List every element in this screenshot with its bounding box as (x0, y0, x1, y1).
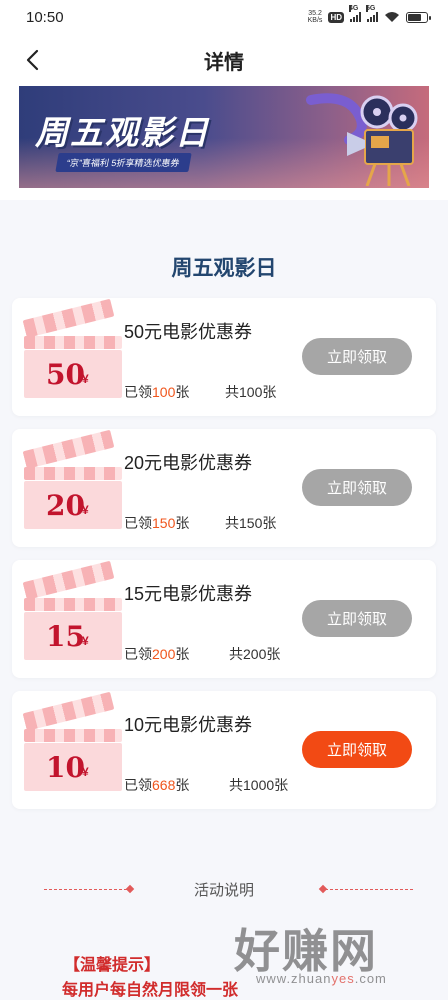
coupon-list: 50 ¥ 50元电影优惠券 已领100张 共100张 立即领取 20 ¥ 20元… (0, 298, 448, 809)
coupon-amount: 20 (46, 489, 85, 522)
claimed-number: 150 (152, 515, 176, 531)
watermark-url-post: .com (354, 971, 387, 986)
back-arrow-icon (26, 49, 39, 71)
coupon-card-10: 10 ¥ 10元电影优惠券 已领668张 共1000张 立即领取 (12, 691, 436, 809)
coupon-currency: ¥ (82, 503, 89, 517)
coupon-card-50: 50 ¥ 50元电影优惠券 已领100张 共100张 立即领取 (12, 298, 436, 416)
status-icons: 35.2 KB/s HD 4G 5G (308, 5, 431, 24)
claimed-number: 200 (152, 646, 176, 662)
coupon-total-count: 共100张 (225, 384, 277, 400)
coupon-total-count: 共150张 (225, 515, 277, 531)
claimed-prefix: 已领 (124, 777, 152, 793)
banner-title: 周五观影日 (35, 114, 210, 151)
claimed-prefix: 已领 (124, 384, 152, 400)
activity-rules-label: 活动说明 (193, 882, 254, 899)
film-projector-icon (306, 93, 418, 186)
coupon-amount: 50 (46, 358, 85, 391)
net1-label: 4G (349, 5, 359, 12)
claimed-suffix: 张 (175, 777, 190, 793)
speed-value: 35.2 (308, 10, 322, 17)
coupon-name: 15元电影优惠券 (124, 584, 253, 604)
signal-4g-icon: 4G (349, 5, 361, 22)
header-area: 详情 周五观影日 “京”喜福利 5折享精选优惠券 (0, 34, 448, 200)
coupon-currency: ¥ (82, 634, 89, 648)
tips-title: 【温馨提示】 (64, 957, 161, 974)
clapboard-icon: 50 ¥ (22, 298, 122, 398)
coupon-claimed-count: 已领668张 (124, 775, 189, 795)
claimed-suffix: 张 (175, 646, 190, 662)
clapboard-icon: 20 ¥ (22, 429, 122, 529)
claimed-prefix: 已领 (124, 515, 152, 531)
back-button[interactable] (18, 46, 46, 74)
claim-button[interactable]: 立即领取 (302, 600, 412, 637)
coupon-card-20: 20 ¥ 20元电影优惠券 已领150张 共150张 立即领取 (12, 429, 436, 547)
watermark-url: www.zhuanyes.com (256, 971, 387, 986)
claimed-prefix: 已领 (124, 646, 152, 662)
wifi-icon (385, 12, 399, 22)
coupon-card-15: 15 ¥ 15元电影优惠券 已领200张 共200张 立即领取 (12, 560, 436, 678)
claimed-suffix: 张 (175, 515, 190, 531)
site-watermark: 好赚网 www.zhuanyes.com (234, 915, 430, 993)
coupon-name: 50元电影优惠券 (124, 322, 253, 342)
coupon-currency: ¥ (82, 765, 89, 779)
claimed-suffix: 张 (175, 384, 190, 400)
nav-bar: 详情 (0, 34, 448, 86)
coupon-total-count: 共1000张 (229, 777, 289, 793)
claim-button[interactable]: 立即领取 (302, 731, 412, 768)
network-speed: 35.2 KB/s (308, 10, 323, 24)
claimed-number: 100 (152, 384, 176, 400)
watermark-url-pre: www.zhuan (256, 971, 332, 986)
hd-voice-icon: HD (328, 11, 344, 23)
banner-subtitle: “京”喜福利 5折享精选优惠券 (55, 153, 192, 172)
tips-line-1: 每用户每自然月限领一张 (62, 982, 239, 999)
coupon-claimed-count: 已领100张 (124, 382, 189, 402)
speed-unit: KB/s (307, 17, 323, 24)
coupon-currency: ¥ (82, 372, 89, 386)
coupon-amount: 15 (46, 620, 85, 653)
promo-banner[interactable]: 周五观影日 “京”喜福利 5折享精选优惠券 (19, 86, 429, 188)
claimed-number: 668 (152, 777, 176, 793)
clapboard-icon: 15 ¥ (22, 560, 122, 660)
page-title: 详情 (204, 51, 244, 74)
status-time: 10:50 (26, 8, 64, 26)
claim-button[interactable]: 立即领取 (302, 469, 412, 506)
coupon-claimed-count: 已领200张 (124, 644, 189, 664)
activity-divider: 活动说明 (0, 865, 448, 905)
coupon-total-count: 共200张 (229, 646, 281, 662)
battery-icon (406, 11, 431, 23)
net2-label: 5G (366, 5, 376, 12)
coupon-claimed-count: 已领150张 (124, 513, 189, 533)
clapboard-icon: 10 ¥ (22, 691, 122, 791)
coupon-name: 10元电影优惠券 (124, 715, 253, 735)
claim-button[interactable]: 立即领取 (302, 338, 412, 375)
coupon-amount: 10 (46, 751, 85, 784)
watermark-url-highlight: yes (331, 971, 355, 986)
section-title: 周五观影日 (171, 257, 277, 280)
signal-5g-icon: 5G (366, 5, 378, 22)
status-bar: 10:50 35.2 KB/s HD 4G 5G (0, 0, 448, 34)
coupon-name: 20元电影优惠券 (124, 453, 253, 473)
